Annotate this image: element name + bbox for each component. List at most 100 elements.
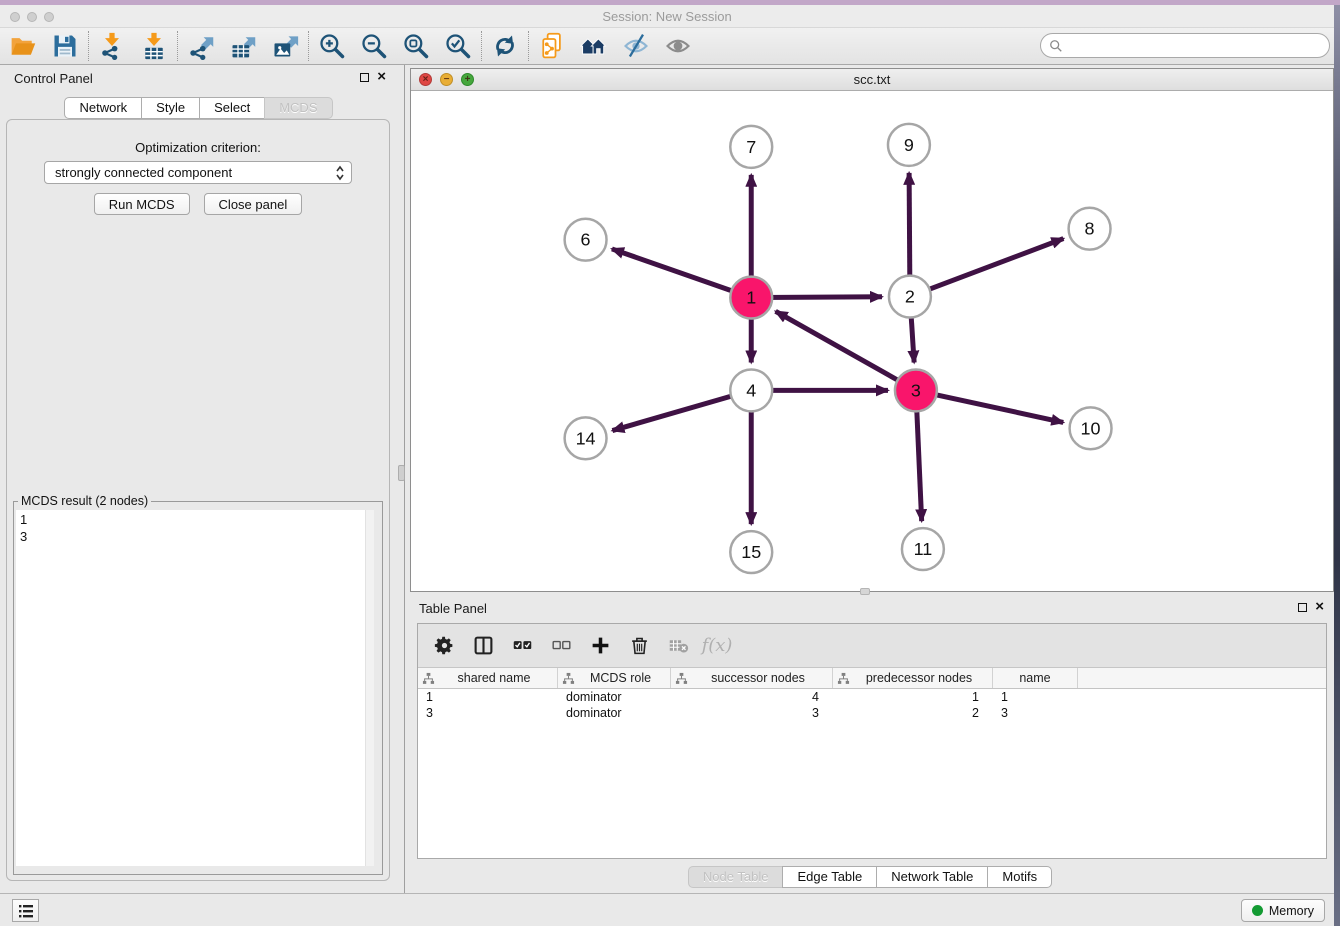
column-hierarchy-icon	[675, 672, 688, 685]
graph-edge-2-8[interactable]	[910, 239, 1063, 297]
graph-node-2[interactable]: 2	[889, 276, 931, 318]
network-view-titlebar[interactable]: × − + scc.txt	[411, 69, 1333, 91]
table-cell[interactable]: 2	[833, 705, 993, 721]
table-close-icon[interactable]: ×	[1315, 598, 1324, 616]
horizontal-splitter-grip[interactable]	[860, 588, 870, 595]
optimization-criterion-label: Optimization criterion:	[7, 140, 389, 156]
clone-network-icon[interactable]	[537, 31, 567, 61]
network-graph[interactable]: 7 9 6 8 1 2 4 3 14 10 15 11	[411, 91, 1333, 591]
tab-network-table[interactable]: Network Table	[876, 866, 988, 888]
search-box[interactable]	[1040, 33, 1330, 58]
close-panel-button[interactable]: Close panel	[204, 193, 303, 215]
table-row[interactable]: 1dominator411	[418, 689, 1326, 705]
table-row[interactable]: 3dominator323	[418, 705, 1326, 721]
table-cell[interactable]: 3	[418, 705, 558, 721]
table-cell[interactable]: 1	[993, 689, 1078, 705]
zoom-out-icon[interactable]	[359, 31, 389, 61]
panel-splitter[interactable]	[396, 65, 405, 893]
tab-mcds[interactable]: MCDS	[264, 97, 332, 119]
function-builder-icon: f(x)	[705, 634, 729, 658]
graph-node-8[interactable]: 8	[1069, 208, 1111, 250]
graph-node-11[interactable]: 11	[902, 528, 944, 570]
memory-button[interactable]: Memory	[1241, 899, 1325, 922]
tab-motifs[interactable]: Motifs	[987, 866, 1052, 888]
svg-text:6: 6	[581, 230, 591, 250]
table-cell[interactable]: 3	[671, 705, 833, 721]
graph-node-10[interactable]: 10	[1070, 407, 1112, 449]
zoom-selected-icon[interactable]	[443, 31, 473, 61]
gear-icon[interactable]	[432, 634, 456, 658]
tab-node-table[interactable]: Node Table	[688, 866, 784, 888]
table-cell[interactable]: dominator	[558, 689, 671, 705]
column-view-icon[interactable]	[471, 634, 495, 658]
column-header-label: name	[997, 671, 1073, 685]
splitter-grip[interactable]	[398, 465, 405, 481]
task-history-button[interactable]	[12, 899, 39, 922]
tab-network[interactable]: Network	[64, 97, 142, 119]
column-header-label: shared name	[435, 671, 553, 685]
tab-select[interactable]: Select	[199, 97, 265, 119]
tab-edge-table[interactable]: Edge Table	[782, 866, 877, 888]
graph-node-6[interactable]: 6	[565, 219, 607, 261]
graph-node-3[interactable]: 3	[895, 369, 937, 411]
toolbar-group	[529, 31, 701, 61]
graph-node-14[interactable]: 14	[565, 417, 607, 459]
svg-text:1: 1	[746, 288, 756, 308]
mcds-result-values: 1 3	[16, 510, 374, 546]
run-mcds-button[interactable]: Run MCDS	[94, 193, 190, 215]
select-all-icon[interactable]	[510, 634, 534, 658]
table-float-icon[interactable]	[1298, 603, 1307, 612]
import-network-icon[interactable]	[97, 31, 127, 61]
table-cell[interactable]: 4	[671, 689, 833, 705]
open-file-icon[interactable]	[8, 31, 38, 61]
status-bar: Memory	[0, 893, 1334, 926]
hide-selected-icon[interactable]	[621, 31, 651, 61]
column-header-successor-nodes[interactable]: successor nodes	[671, 668, 833, 688]
column-header-label: successor nodes	[688, 671, 828, 685]
column-hierarchy-icon	[422, 672, 435, 685]
export-network-icon[interactable]	[186, 31, 216, 61]
column-header-shared-name[interactable]: shared name	[418, 668, 558, 688]
svg-text:10: 10	[1081, 418, 1101, 438]
memory-status-icon	[1252, 905, 1263, 916]
svg-text:2: 2	[905, 287, 915, 307]
search-input[interactable]	[1063, 36, 1329, 56]
table-body: 1dominator4113dominator323	[418, 689, 1326, 721]
graph-node-4[interactable]: 4	[730, 369, 772, 411]
graph-node-9[interactable]: 9	[888, 124, 930, 166]
result-scrollbar[interactable]	[365, 510, 374, 866]
toolbar-icon-groups	[0, 31, 701, 61]
table-cell[interactable]: 3	[993, 705, 1078, 721]
table-cell[interactable]: 1	[833, 689, 993, 705]
float-panel-icon[interactable]	[360, 73, 369, 82]
zoom-fit-icon[interactable]	[401, 31, 431, 61]
export-table-icon[interactable]	[228, 31, 258, 61]
close-panel-icon[interactable]: ×	[377, 68, 386, 86]
delete-column-icon[interactable]	[627, 634, 651, 658]
toolbar-group	[178, 31, 308, 61]
first-neighbors-icon[interactable]	[579, 31, 609, 61]
table-cell[interactable]: dominator	[558, 705, 671, 721]
column-header-predecessor-nodes[interactable]: predecessor nodes	[833, 668, 993, 688]
table-tabs: Node TableEdge TableNetwork TableMotifs	[405, 866, 1334, 888]
network-canvas[interactable]: 7 9 6 8 1 2 4 3 14 10 15 11	[411, 91, 1333, 591]
apply-preferred-layout-icon[interactable]	[490, 31, 520, 61]
graph-node-1[interactable]: 1	[730, 277, 772, 319]
deselect-all-icon[interactable]	[549, 634, 573, 658]
column-header-name[interactable]: name	[993, 668, 1078, 688]
graph-node-15[interactable]: 15	[730, 531, 772, 573]
column-header-MCDS-role[interactable]: MCDS role	[558, 668, 671, 688]
graph-edge-3-1[interactable]	[776, 311, 916, 390]
criterion-dropdown[interactable]: strongly connected component	[44, 161, 352, 184]
import-table-icon[interactable]	[139, 31, 169, 61]
table-cell[interactable]: 1	[418, 689, 558, 705]
graph-node-7[interactable]: 7	[730, 126, 772, 168]
tab-style[interactable]: Style	[141, 97, 200, 119]
zoom-in-icon[interactable]	[317, 31, 347, 61]
graph-edge-3-10[interactable]	[916, 390, 1063, 422]
save-session-icon[interactable]	[50, 31, 80, 61]
add-column-icon[interactable]	[588, 634, 612, 658]
mcds-result-box[interactable]: 1 3	[16, 510, 374, 866]
export-image-icon[interactable]	[270, 31, 300, 61]
show-all-icon[interactable]	[663, 31, 693, 61]
